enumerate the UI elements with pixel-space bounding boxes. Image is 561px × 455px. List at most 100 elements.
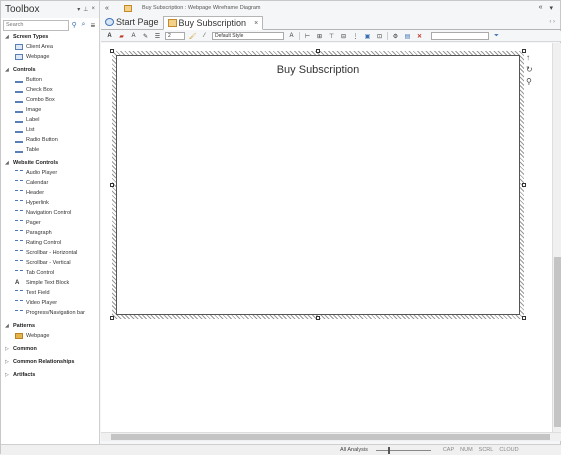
toolbox-item[interactable]: Combo Box [1, 95, 99, 105]
resize-handle[interactable] [522, 316, 526, 320]
webpage-frame[interactable]: Buy Subscription [112, 51, 524, 319]
toolbox-item-icon [15, 230, 23, 236]
diagram-canvas[interactable]: Buy Subscription ↑ ↻ ⚲ [101, 43, 552, 432]
toolbox-item[interactable]: Radio Button [1, 135, 99, 145]
resize-handle[interactable] [110, 183, 114, 187]
toolbox-item[interactable]: Webpage [1, 331, 99, 341]
collapse-icon[interactable]: « [101, 5, 121, 12]
align-middle-icon[interactable]: ⊟ [339, 32, 348, 41]
toolbox-item[interactable]: Navigation Control [1, 208, 99, 218]
align-left-icon[interactable]: ⊢ [303, 32, 312, 41]
toolbox-item[interactable]: Hyperlink [1, 198, 99, 208]
group-icon[interactable]: ▣ [363, 32, 372, 41]
fill-color-icon[interactable]: ▰ [117, 32, 126, 41]
toolbox-item[interactable]: Scrollbar - Vertical [1, 258, 99, 268]
line-color-icon[interactable]: ✎ [141, 32, 150, 41]
expanded-arrow-icon[interactable]: ◢ [5, 160, 13, 166]
options-icon[interactable]: ⚙ [391, 32, 400, 41]
align-top-icon[interactable]: ⊤ [327, 32, 336, 41]
tab-buy-subscription[interactable]: Buy Subscription × [162, 16, 264, 30]
tab-scroll-icon[interactable]: ‹ › [549, 19, 555, 25]
close-icon[interactable]: × [91, 6, 95, 13]
expand-icon[interactable]: « [539, 4, 543, 12]
toolbox-item[interactable]: Text Field [1, 288, 99, 298]
toolbox-category-label: Artifacts [13, 372, 36, 378]
export-icon[interactable]: ▤ [403, 32, 412, 41]
expanded-arrow-icon[interactable]: ◢ [5, 34, 13, 40]
layout-icon[interactable]: ⊡ [375, 32, 384, 41]
toolbox-item[interactable]: Check Box [1, 85, 99, 95]
resize-handle[interactable] [522, 183, 526, 187]
toolbox-category[interactable]: ◢ Screen Types [1, 32, 99, 42]
toolbox-item[interactable]: Client Area [1, 42, 99, 52]
zoom-slider[interactable] [375, 446, 431, 454]
resize-handle[interactable] [110, 49, 114, 53]
collapsed-arrow-icon[interactable]: ▷ [5, 372, 13, 378]
toolbox-item[interactable]: Rating Control [1, 238, 99, 248]
toolbox-category[interactable]: ▷ Common Relationships [1, 357, 99, 367]
delete-icon[interactable]: ✕ [415, 32, 424, 41]
distribute-icon[interactable]: ⋮ [351, 32, 360, 41]
toolbox-item[interactable]: Paragraph [1, 228, 99, 238]
search-icon[interactable]: ⚲ [70, 20, 78, 30]
font-icon[interactable]: A [105, 32, 114, 41]
line-style-icon[interactable]: ☰ [153, 32, 162, 41]
text-color-icon[interactable]: A [129, 32, 138, 41]
menu-icon[interactable]: ≡ [89, 20, 97, 30]
toolbox-item[interactable]: Calendar [1, 178, 99, 188]
toolbox-item[interactable]: Webpage [1, 52, 99, 62]
vertical-scrollbar[interactable] [552, 43, 561, 432]
toolbox-category[interactable]: ◢ Patterns [1, 321, 99, 331]
brush-icon[interactable]: ⁄ [200, 32, 209, 41]
zoom-icon[interactable]: ⚲ [526, 77, 533, 86]
rotate-icon[interactable]: ↻ [526, 65, 533, 74]
text-format-icon[interactable]: A [287, 32, 296, 41]
filter-input[interactable] [431, 32, 489, 40]
toolbox-item-icon [15, 137, 23, 143]
toolbox-item[interactable]: Scrollbar - Horizontal [1, 248, 99, 258]
expanded-arrow-icon[interactable]: ◢ [5, 323, 13, 329]
resize-handle[interactable] [110, 316, 114, 320]
font-size-select[interactable]: 2 [165, 32, 185, 40]
toolbox-panel: Toolbox ▾ ⊥ × ⚲ ⌕ ≡ ◢Screen Types Client … [1, 1, 100, 444]
search-input[interactable] [3, 19, 69, 31]
toolbox-item[interactable]: Label [1, 115, 99, 125]
resize-handle[interactable] [316, 316, 320, 320]
toolbox-item[interactable]: Audio Player [1, 168, 99, 178]
format-painter-icon[interactable]: 🖌 [188, 32, 197, 41]
collapsed-arrow-icon[interactable]: ▷ [5, 346, 13, 352]
toolbox-item[interactable]: A Simple Text Block [1, 278, 99, 288]
toolbox-item-label: Client Area [26, 44, 53, 50]
toolbox-item[interactable]: Tab Control [1, 268, 99, 278]
toolbox-item-icon [15, 170, 23, 176]
toolbox-item[interactable]: Image [1, 105, 99, 115]
pin-icon[interactable]: ⊥ [83, 6, 88, 13]
dropdown-icon[interactable]: ▾ [549, 4, 553, 12]
toolbox-item[interactable]: Button [1, 75, 99, 85]
close-icon[interactable]: × [254, 20, 258, 27]
dropdown-icon[interactable]: ▾ [77, 6, 80, 13]
toolbox-category[interactable]: ▷ Common [1, 344, 99, 354]
style-select[interactable]: Default Style [212, 32, 284, 40]
analysis-label[interactable]: All Analysis [340, 447, 368, 453]
toolbox-item-label: Text Field [26, 290, 50, 296]
toolbox-item[interactable]: Table [1, 145, 99, 155]
align-center-icon[interactable]: ⊞ [315, 32, 324, 41]
toolbox-item[interactable]: Video Player [1, 298, 99, 308]
collapsed-arrow-icon[interactable]: ▷ [5, 359, 13, 365]
filter-icon[interactable]: ⏷ [492, 32, 501, 41]
arrow-up-icon[interactable]: ↑ [526, 53, 533, 62]
toolbox-category[interactable]: ◢ Website Controls [1, 158, 99, 168]
toolbox-category[interactable]: ▷ Artifacts [1, 370, 99, 380]
toolbox-category[interactable]: ◢ Controls [1, 65, 99, 75]
horizontal-scrollbar[interactable] [101, 432, 561, 441]
toolbox-item[interactable]: Header [1, 188, 99, 198]
toolbox-item[interactable]: Progress/Navigation bar [1, 308, 99, 318]
resize-handle[interactable] [316, 49, 320, 53]
tab-start-page[interactable]: Start Page [101, 15, 163, 29]
expanded-arrow-icon[interactable]: ◢ [5, 67, 13, 73]
toolbox-item[interactable]: Pager [1, 218, 99, 228]
toolbox-title: Toolbox [5, 4, 40, 15]
find-icon[interactable]: ⌕ [79, 20, 87, 30]
toolbox-item[interactable]: List [1, 125, 99, 135]
